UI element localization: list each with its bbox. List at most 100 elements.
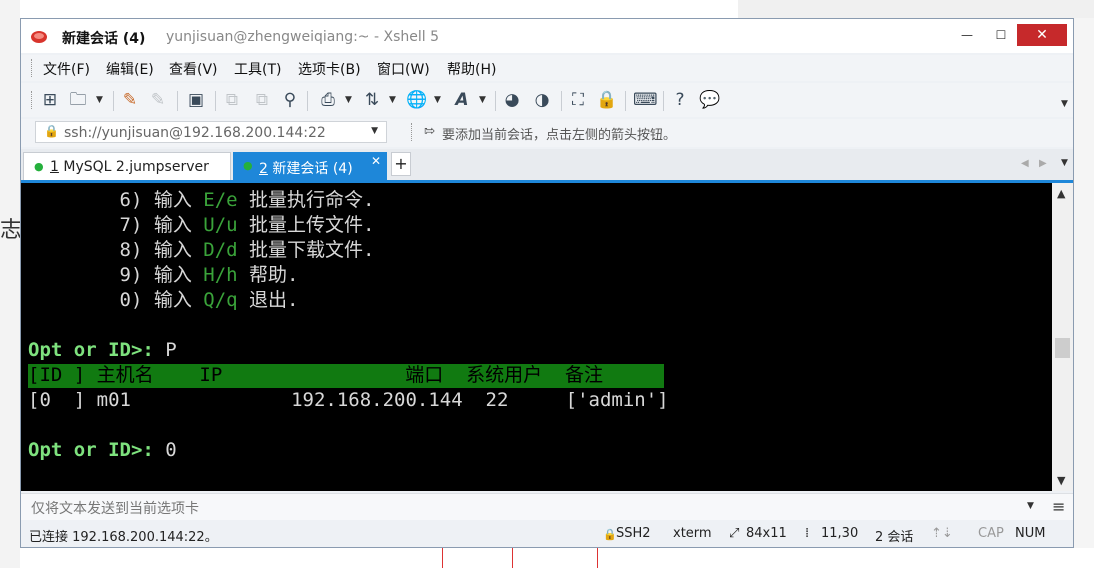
find-icon[interactable]: ⚲ [279, 89, 301, 111]
menu-help[interactable]: 帮助(H) [447, 59, 496, 79]
table-row: [0 ] m01 192.168.200.144 22 ['admin'] [28, 389, 669, 411]
background-line [512, 548, 513, 568]
scrollbar-thumb[interactable] [1055, 338, 1070, 358]
chevron-down-icon[interactable]: ▼ [345, 95, 352, 105]
tab-label: MySQL 2.jumpserver [63, 159, 209, 175]
terminal-line: 0) 输入 Q/q 退出. [119, 289, 299, 311]
tab-bar: ● 1 MySQL 2.jumpserver ● 2 新建会话 (4) ✕ + … [21, 149, 1073, 181]
caps-status: CAP [978, 526, 1004, 541]
tab-close-icon[interactable]: ✕ [371, 154, 381, 168]
background-text-fragment: 志 [0, 218, 23, 243]
scroll-up-icon[interactable]: ▲ [1057, 187, 1065, 200]
xshell-window: 新建会话 (4) yunjisuan@zhengweiqiang:~ - Xsh… [20, 18, 1074, 548]
toolbar-separator [561, 91, 562, 111]
menu-window[interactable]: 窗口(W) [377, 59, 430, 79]
tab-label: 新建会话 (4) [272, 161, 353, 177]
connected-dot-icon: ● [243, 159, 253, 172]
chevron-down-icon[interactable]: ▼ [96, 95, 103, 105]
menu-grip[interactable] [31, 59, 35, 77]
xftp-icon[interactable]: ◕ [501, 89, 523, 111]
add-session-arrow-icon[interactable]: ⇰ [424, 124, 435, 139]
scroll-down-icon[interactable]: ▼ [1057, 474, 1065, 487]
session-nav-icon[interactable]: ⇡⇣ [931, 526, 953, 541]
font-icon[interactable]: A [451, 89, 473, 111]
transfer-icon[interactable]: ⇅ [361, 89, 383, 111]
terminal-type-status: xterm [673, 526, 712, 541]
menu-view[interactable]: 查看(V) [169, 59, 218, 79]
tab-session-2[interactable]: ● 2 新建会话 (4) ✕ [233, 152, 387, 181]
chevron-down-icon[interactable]: ▼ [1061, 158, 1068, 168]
tab-next-icon[interactable]: ▶ [1039, 158, 1047, 169]
menu-icon[interactable]: ≡ [1052, 497, 1065, 516]
tunnel-icon[interactable]: ◑ [531, 89, 553, 111]
size-status: 84x11 [746, 526, 787, 541]
terminal-line: 6) 输入 E/e 批量执行命令. [119, 189, 375, 211]
toolbar-separator [113, 91, 114, 111]
chat-icon[interactable]: 💬 [699, 89, 721, 111]
properties-icon[interactable]: ▣ [185, 89, 207, 111]
tab-prev-icon[interactable]: ◀ [1021, 158, 1029, 169]
window-title: 新建会话 (4) [62, 31, 146, 47]
help-icon[interactable]: ? [669, 89, 691, 111]
maximize-button[interactable]: ☐ [991, 25, 1011, 45]
menu-tools[interactable]: 工具(T) [234, 59, 281, 79]
keyboard-icon[interactable]: ⌨ [633, 89, 658, 111]
lock-icon[interactable]: 🔒 [596, 89, 618, 111]
status-bar: 已连接 192.168.200.144:22。 🔒 SSH2 xterm ⤢ 8… [21, 521, 1073, 547]
toolbar-separator [307, 91, 308, 111]
add-tab-button[interactable]: + [391, 152, 411, 176]
cursor-icon: ⁞ [805, 526, 810, 541]
chevron-down-icon[interactable]: ▼ [479, 95, 486, 105]
background-line [442, 548, 443, 568]
paste-icon[interactable]: ⧉ [251, 89, 273, 111]
terminal-view[interactable]: 6) 输入 E/e 批量执行命令. 7) 输入 U/u 批量上传文件. 8) 输… [21, 183, 1052, 491]
lock-icon: 🔒 [44, 124, 59, 138]
chevron-down-icon[interactable]: ▼ [1061, 99, 1068, 109]
new-session-icon[interactable]: ⊞ [39, 89, 61, 111]
connection-status: 已连接 192.168.200.144:22。 [29, 530, 218, 545]
terminal-line: 7) 输入 U/u 批量上传文件. [119, 214, 375, 236]
num-status: NUM [1015, 526, 1046, 541]
copy-icon[interactable]: ⧉ [221, 89, 243, 111]
toolbar-separator [177, 91, 178, 111]
background-window-bottom [20, 548, 1094, 568]
title-bar[interactable]: 新建会话 (4) yunjisuan@zhengweiqiang:~ - Xsh… [21, 19, 1073, 53]
minimize-button[interactable]: — [957, 25, 977, 45]
protocol-status: SSH2 [616, 526, 651, 541]
disconnect-icon[interactable]: ✎ [147, 89, 169, 111]
tab-session-1[interactable]: ● 1 MySQL 2.jumpserver [23, 152, 231, 181]
table-header: [ID ] 主机名 IP 端口 系统用户 备注 [28, 364, 604, 386]
print-icon[interactable]: ⎙ [317, 89, 339, 111]
toolbar-separator [495, 91, 496, 111]
close-button[interactable]: ✕ [1017, 24, 1067, 46]
menu-edit[interactable]: 编辑(E) [106, 59, 154, 79]
address-field[interactable]: 🔒 ssh://yunjisuan@192.168.200.144:22 ▼ [35, 121, 387, 143]
xshell-logo-icon [31, 31, 47, 43]
sessions-status[interactable]: 2 会话 [875, 526, 913, 545]
terminal-scrollbar[interactable]: ▲ ▼ [1052, 183, 1073, 491]
address-grip [411, 123, 415, 141]
terminal-prompt: Opt or ID>: 0 [28, 439, 177, 461]
open-folder-icon[interactable]: 🗀 [67, 89, 89, 111]
connected-dot-icon: ● [34, 160, 44, 173]
toolbar-grip[interactable] [31, 91, 35, 109]
background-window-right [1074, 0, 1094, 568]
connect-icon[interactable]: ✎ [119, 89, 141, 111]
fullscreen-icon[interactable]: ⛶ [567, 89, 589, 111]
background-line [597, 548, 598, 568]
cursor-status: 11,30 [821, 526, 859, 541]
toolbar-separator [625, 91, 626, 111]
chevron-down-icon[interactable]: ▼ [371, 126, 378, 136]
menu-tabs[interactable]: 选项卡(B) [298, 59, 361, 79]
globe-icon[interactable]: 🌐 [406, 89, 428, 111]
chevron-down-icon[interactable]: ▼ [434, 95, 441, 105]
compose-input[interactable]: 仅将文本发送到当前选项卡 [31, 498, 199, 518]
tab-number: 1 [50, 159, 59, 175]
background-window [0, 0, 20, 568]
compose-bar[interactable]: 仅将文本发送到当前选项卡 ▼ ≡ [21, 493, 1073, 520]
chevron-down-icon[interactable]: ▼ [389, 95, 396, 105]
tab-number: 2 [259, 161, 268, 177]
chevron-down-icon[interactable]: ▼ [1027, 501, 1034, 511]
menu-file[interactable]: 文件(F) [43, 59, 90, 79]
address-value: ssh://yunjisuan@192.168.200.144:22 [64, 125, 326, 141]
